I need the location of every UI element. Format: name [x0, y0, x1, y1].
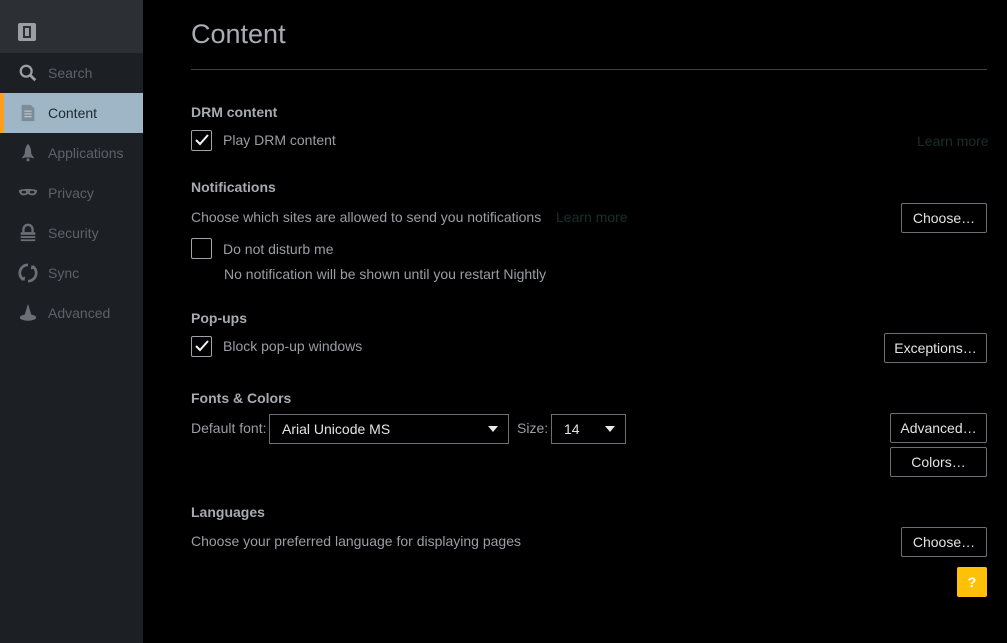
wizard-icon [17, 302, 39, 324]
do-not-disturb-note: No notification will be shown until you … [224, 266, 547, 282]
app-logo-icon [18, 23, 36, 41]
sidebar-item-label: Security [48, 225, 99, 241]
fonts-advanced-button[interactable]: Advanced… [890, 413, 987, 443]
chevron-down-icon [488, 426, 498, 432]
languages-heading: Languages [191, 504, 265, 520]
search-icon [17, 62, 39, 84]
sidebar-item-label: Content [48, 105, 98, 121]
sidebar-item-applications[interactable]: Applications [0, 133, 143, 173]
sidebar-item-security[interactable]: Security [0, 213, 143, 253]
sidebar-item-advanced[interactable]: Advanced [0, 293, 143, 333]
popups-heading: Pop-ups [191, 310, 247, 326]
sidebar: Search Content Applications Privacy Secu… [0, 0, 143, 643]
title-divider [191, 69, 987, 70]
sidebar-item-privacy[interactable]: Privacy [0, 173, 143, 213]
do-not-disturb-checkbox[interactable] [191, 238, 212, 259]
drm-heading: DRM content [191, 104, 278, 120]
default-font-value: Arial Unicode MS [282, 421, 391, 437]
sidebar-header [0, 0, 143, 53]
sidebar-item-sync[interactable]: Sync [0, 253, 143, 293]
font-size-select[interactable]: 14 [551, 414, 626, 444]
checkmark-icon [195, 134, 209, 146]
sidebar-item-label: Privacy [48, 185, 94, 201]
checkmark-icon [195, 340, 209, 352]
chevron-down-icon [605, 426, 615, 432]
default-font-label: Default font: [191, 420, 267, 436]
font-size-label: Size: [517, 420, 549, 436]
languages-choose-button[interactable]: Choose… [901, 527, 987, 557]
sidebar-item-label: Applications [48, 145, 124, 161]
fonts-colors-button[interactable]: Colors… [890, 447, 987, 477]
sidebar-item-content[interactable]: Content [0, 93, 143, 133]
fonts-colors-heading: Fonts & Colors [191, 390, 292, 406]
content-pane: Content DRM content Play DRM content Lea… [143, 0, 1007, 643]
drm-learn-more-link[interactable]: Learn more [917, 133, 989, 149]
drm-checkbox-label[interactable]: Play DRM content [223, 132, 336, 148]
mask-icon [17, 182, 39, 204]
block-popups-label[interactable]: Block pop-up windows [223, 338, 362, 354]
drm-checkbox[interactable] [191, 130, 212, 151]
document-icon [17, 102, 39, 124]
help-button[interactable]: ? [957, 567, 987, 597]
block-popups-checkbox[interactable] [191, 336, 212, 357]
notifications-description: Choose which sites are allowed to send y… [191, 209, 542, 225]
page-title: Content [191, 19, 286, 49]
languages-description: Choose your preferred language for displ… [191, 533, 521, 549]
font-size-value: 14 [564, 421, 580, 437]
sidebar-item-label: Search [48, 65, 93, 81]
default-font-select[interactable]: Arial Unicode MS [269, 414, 509, 444]
notifications-heading: Notifications [191, 179, 276, 195]
rocket-icon [17, 142, 39, 164]
sync-icon [17, 262, 39, 284]
popups-exceptions-button[interactable]: Exceptions… [884, 333, 987, 363]
notifications-learn-more-link[interactable]: Learn more [556, 209, 628, 225]
lock-icon [17, 222, 39, 244]
notifications-choose-button[interactable]: Choose… [901, 203, 987, 233]
sidebar-item-label: Sync [48, 265, 80, 281]
do-not-disturb-label[interactable]: Do not disturb me [223, 241, 334, 257]
sidebar-item-search[interactable]: Search [0, 53, 143, 93]
sidebar-item-label: Advanced [48, 305, 111, 321]
